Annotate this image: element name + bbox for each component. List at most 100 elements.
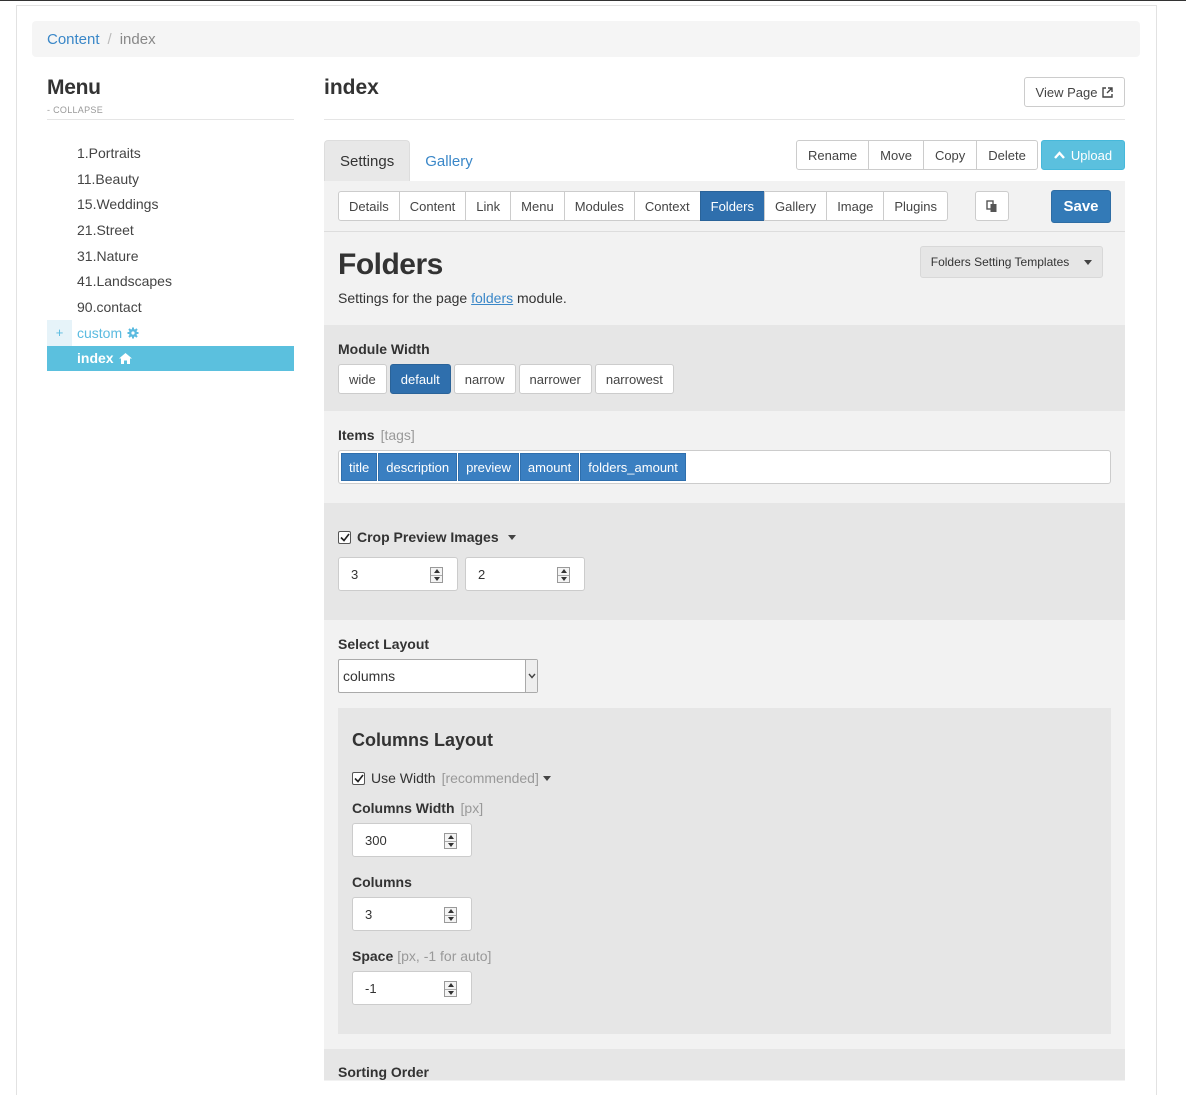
subtab-context[interactable]: Context <box>633 191 701 221</box>
sorting-section <box>324 1049 1125 1080</box>
tag-description[interactable]: description <box>378 453 458 481</box>
subtab-folders[interactable]: Folders <box>699 191 765 221</box>
sidebar-item-landscapes[interactable]: 41.Landscapes <box>47 268 294 294</box>
subtab-image[interactable]: Image <box>826 191 885 221</box>
space-input[interactable]: -1 <box>352 971 472 1005</box>
delete-button[interactable]: Delete <box>976 140 1038 170</box>
chevron-up-icon <box>1053 151 1065 159</box>
tag-title[interactable]: title <box>341 453 378 481</box>
space-value: -1 <box>365 980 377 996</box>
items-label: Items <box>338 427 375 443</box>
view-page-label: View Page <box>1035 84 1098 100</box>
chevron-down-icon <box>525 660 537 692</box>
spinner-arrows[interactable] <box>444 833 457 849</box>
copy-button[interactable]: Copy <box>922 140 978 170</box>
save-button[interactable]: Save <box>1051 190 1111 223</box>
main-tabs: Settings Gallery <box>324 140 488 182</box>
width-option-default[interactable]: default <box>389 364 451 394</box>
crop-preview-label: Crop Preview Images <box>357 529 499 545</box>
subtab-modules[interactable]: Modules <box>563 191 635 221</box>
breadcrumb: Content / index <box>32 21 1140 57</box>
move-button[interactable]: Move <box>868 140 924 170</box>
columns-width-value: 300 <box>365 832 387 848</box>
module-description: Settings for the page folders module. <box>338 290 567 306</box>
use-width-row: Use Width [recommended] <box>352 770 551 786</box>
paste-button[interactable] <box>975 191 1009 221</box>
subtab-plugins[interactable]: Plugins <box>883 191 948 221</box>
tab-settings[interactable]: Settings <box>324 140 411 182</box>
columns-layout-title: Columns Layout <box>352 730 494 750</box>
subtab-link[interactable]: Link <box>465 191 512 221</box>
setting-templates-dropdown[interactable]: Folders Setting Templates <box>920 246 1103 278</box>
columns-value: 3 <box>365 906 373 922</box>
sidebar-item-portraits[interactable]: 1.Portraits <box>47 140 294 166</box>
caret-down-icon <box>1084 259 1093 265</box>
expand-button[interactable]: + <box>47 319 72 346</box>
items-tags-input[interactable]: title description preview amount folders… <box>338 450 1111 484</box>
templates-label: Folders Setting Templates <box>930 255 1070 269</box>
caret-down-icon[interactable] <box>542 775 551 781</box>
tag-preview[interactable]: preview <box>458 453 519 481</box>
tag-amount[interactable]: amount <box>519 453 580 481</box>
width-option-wide[interactable]: wide <box>338 364 387 394</box>
rename-button[interactable]: Rename <box>796 140 870 170</box>
tab-gallery[interactable]: Gallery <box>410 140 488 182</box>
arrow-down-icon <box>447 916 454 921</box>
subtab-menu[interactable]: Menu <box>510 191 565 221</box>
space-label-row: Space [px, -1 for auto] <box>352 948 491 964</box>
upload-button[interactable]: Upload <box>1041 140 1125 170</box>
sidebar-item-custom[interactable]: + custom <box>47 319 294 346</box>
columns-width-input[interactable]: 300 <box>352 823 472 857</box>
sidebar-item-index[interactable]: index <box>47 345 294 372</box>
spinner-arrows[interactable] <box>557 567 570 583</box>
subtab-details[interactable]: Details <box>338 191 400 221</box>
crop-preview-checkbox[interactable] <box>338 530 351 544</box>
spinner-arrows[interactable] <box>430 567 443 583</box>
upload-label: Upload <box>1070 147 1113 163</box>
arrow-up-icon <box>560 569 567 574</box>
menu-collapse-link[interactable]: - COLLAPSE <box>47 105 103 115</box>
breadcrumb-content-link[interactable]: Content <box>47 31 100 48</box>
width-option-narrow[interactable]: narrow <box>453 364 516 394</box>
copy-icon <box>986 199 997 212</box>
folders-module-link[interactable]: folders <box>471 290 513 306</box>
module-width-options: wide default narrow narrower narrowest <box>338 364 674 394</box>
layout-select-value: columns <box>343 668 396 684</box>
space-hint: [px, -1 for auto] <box>397 948 492 964</box>
sidebar-item-label: 1.Portraits <box>77 144 141 161</box>
use-width-label: Use Width <box>371 770 436 786</box>
home-icon <box>118 352 132 364</box>
spinner-arrows[interactable] <box>444 981 457 997</box>
menu-list: 1.Portraits 11.Beauty 15.Weddings 21.Str… <box>47 140 294 372</box>
use-width-checkbox[interactable] <box>352 771 365 785</box>
checkmark-icon <box>353 774 364 783</box>
breadcrumb-separator: / <box>107 30 112 48</box>
width-option-narrowest[interactable]: narrowest <box>594 364 674 394</box>
sidebar-item-beauty[interactable]: 11.Beauty <box>47 166 294 192</box>
crop-ratio-width-input[interactable]: 3 <box>338 557 458 591</box>
tag-folders-amount[interactable]: folders_amount <box>580 453 686 481</box>
columns-input[interactable]: 3 <box>352 897 472 931</box>
sidebar-item-street[interactable]: 21.Street <box>47 217 294 243</box>
view-page-button[interactable]: View Page <box>1024 77 1125 107</box>
crop-ratio-height-input[interactable]: 2 <box>465 557 585 591</box>
arrow-down-icon <box>560 576 567 581</box>
layout-select[interactable]: columns <box>338 659 538 693</box>
width-option-narrower[interactable]: narrower <box>518 364 592 394</box>
columns-width-label-row: Columns Width [px] <box>352 800 483 816</box>
caret-down-icon[interactable] <box>507 534 516 540</box>
sidebar-item-contact[interactable]: 90.contact <box>47 294 294 320</box>
sorting-order-label: Sorting Order <box>338 1064 430 1080</box>
spinner-arrows[interactable] <box>444 907 457 923</box>
sidebar-item-label: index <box>77 350 114 367</box>
header-divider <box>324 119 1125 120</box>
module-title: Folders <box>338 248 443 281</box>
subtab-content[interactable]: Content <box>398 191 467 221</box>
crop-preview-row: Crop Preview Images <box>338 529 516 545</box>
subtabs-divider <box>324 231 1125 232</box>
sidebar-item-nature[interactable]: 31.Nature <box>47 243 294 269</box>
arrow-down-icon <box>433 576 440 581</box>
sidebar-item-weddings[interactable]: 15.Weddings <box>47 191 294 217</box>
subtab-gallery[interactable]: Gallery <box>764 191 828 221</box>
arrow-down-icon <box>447 990 454 995</box>
